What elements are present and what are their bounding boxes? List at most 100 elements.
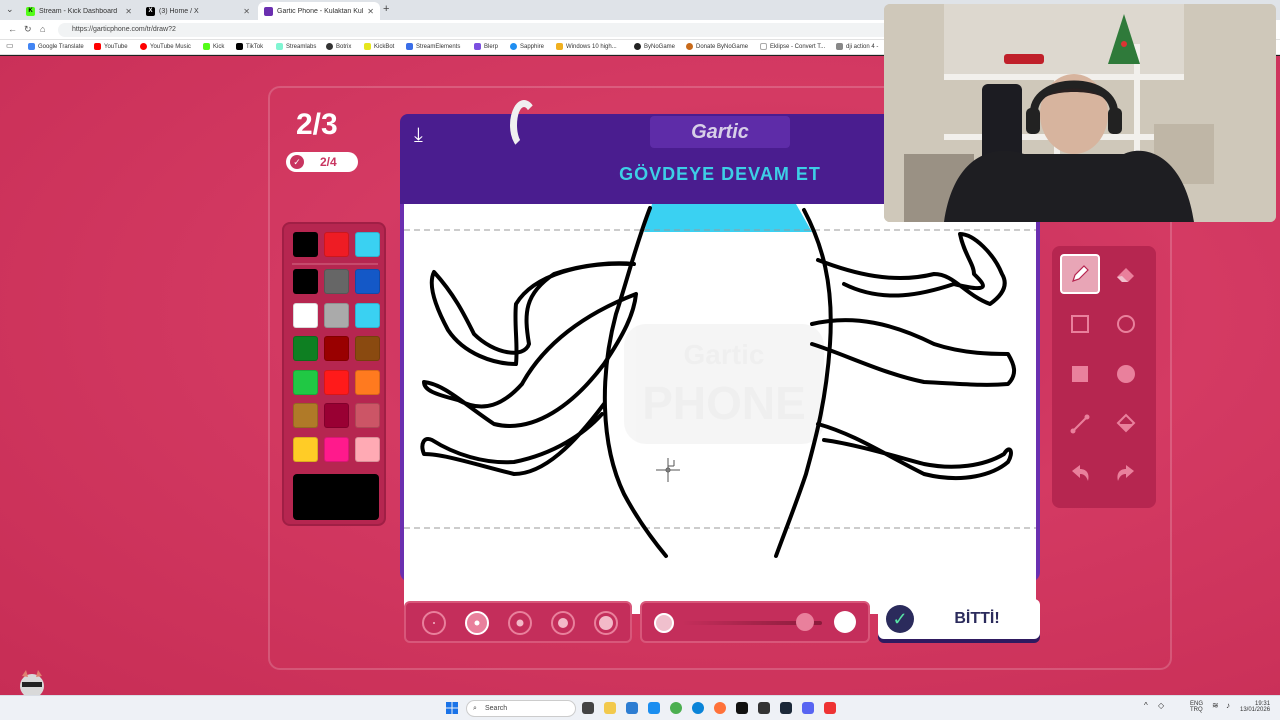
bookmark-item[interactable]: Windows 10 high... bbox=[556, 43, 617, 50]
url-field[interactable]: https://garticphone.com/tr/draw?2 bbox=[58, 23, 898, 37]
color-swatch[interactable] bbox=[355, 232, 380, 257]
download-icon[interactable]: ⤓ bbox=[414, 124, 423, 147]
mail-icon[interactable] bbox=[648, 702, 660, 714]
steam-icon[interactable] bbox=[780, 702, 792, 714]
color-swatch[interactable] bbox=[293, 269, 318, 294]
line-tool[interactable] bbox=[1060, 404, 1100, 444]
tab-x-home[interactable]: X (3) Home / X ✕ bbox=[140, 2, 256, 20]
gartic-phone-watermark: Gartic PHONE bbox=[624, 324, 824, 444]
done-button[interactable]: ✓ BİTTİ! bbox=[878, 599, 1040, 639]
color-swatch[interactable] bbox=[324, 436, 349, 462]
color-swatch[interactable] bbox=[355, 403, 380, 428]
rectangle-fill-tool[interactable] bbox=[1060, 354, 1100, 394]
pencil-tool[interactable] bbox=[1060, 254, 1100, 294]
task-view-icon[interactable] bbox=[582, 702, 594, 714]
network-icon[interactable]: ◇ bbox=[1158, 701, 1164, 710]
brush-size-3[interactable] bbox=[508, 611, 532, 635]
bookmark-item[interactable]: dji action 4 - bbox=[836, 43, 878, 50]
back-icon[interactable]: ← bbox=[8, 24, 17, 34]
bookmark-item[interactable]: ByNoGame bbox=[634, 43, 675, 50]
drawing-svg: Gartic PHONE bbox=[404, 204, 1036, 558]
color-swatch[interactable] bbox=[324, 232, 349, 257]
clock[interactable]: 19:31 13/01/2026 bbox=[1240, 701, 1270, 713]
eraser-tool[interactable] bbox=[1106, 254, 1146, 294]
bookmark-item[interactable]: YouTube bbox=[94, 43, 128, 50]
bookmark-item[interactable]: TikTok bbox=[236, 43, 263, 50]
bookmark-item[interactable]: Botrix bbox=[326, 43, 351, 50]
taskbar-search[interactable]: ⌕ Search bbox=[466, 700, 576, 717]
circle-outline-tool[interactable] bbox=[1106, 304, 1146, 344]
bookmark-item[interactable]: YouTube Music bbox=[140, 43, 191, 50]
edge-icon[interactable] bbox=[692, 702, 704, 714]
brush-size-selector bbox=[404, 601, 632, 643]
color-swatch[interactable] bbox=[324, 369, 349, 395]
color-palette bbox=[282, 222, 386, 526]
color-swatch[interactable] bbox=[355, 336, 380, 361]
fill-bucket-tool[interactable] bbox=[1106, 404, 1146, 444]
close-icon[interactable]: ✕ bbox=[367, 7, 374, 16]
search-icon: ⌕ bbox=[473, 705, 477, 712]
opacity-slider[interactable] bbox=[640, 601, 870, 643]
wifi-icon[interactable]: ≋ bbox=[1212, 701, 1219, 710]
discord-icon[interactable] bbox=[802, 702, 814, 714]
obs-icon[interactable] bbox=[758, 702, 770, 714]
brush-size-2[interactable] bbox=[465, 611, 489, 635]
bookmark-item[interactable]: Donate ByNoGame bbox=[686, 43, 748, 50]
tab-gartic-phone[interactable]: Gartic Phone - Kulaktan Kulağa ✕ bbox=[258, 2, 380, 20]
bookmark-item[interactable]: Streamlabs bbox=[276, 43, 316, 50]
close-icon[interactable]: ✕ bbox=[125, 7, 132, 16]
bookmark-item[interactable]: Blerp bbox=[474, 43, 498, 50]
reload-icon[interactable]: ↻ bbox=[24, 24, 32, 35]
color-swatch[interactable] bbox=[324, 269, 349, 294]
webcam-feed bbox=[884, 4, 1276, 222]
undo-tool[interactable] bbox=[1060, 454, 1100, 494]
color-swatch[interactable] bbox=[293, 232, 318, 257]
color-swatch[interactable] bbox=[293, 403, 318, 428]
color-swatch[interactable] bbox=[293, 336, 318, 361]
drawing-canvas[interactable]: Gartic PHONE bbox=[404, 204, 1036, 614]
color-swatch[interactable] bbox=[324, 403, 349, 428]
bookmark-item[interactable]: Google Translate bbox=[28, 43, 84, 50]
rectangle-outline-tool[interactable] bbox=[1060, 304, 1100, 344]
color-swatch[interactable] bbox=[355, 302, 380, 328]
kick-icon: K bbox=[26, 6, 35, 16]
firefox-icon[interactable] bbox=[714, 702, 726, 714]
color-swatch[interactable] bbox=[355, 436, 380, 462]
language-indicator[interactable]: ENG TRQ bbox=[1190, 701, 1203, 713]
crosshair-cursor bbox=[656, 458, 680, 482]
tab-title: Stream - Kick Dashboard bbox=[39, 7, 118, 15]
store-icon[interactable] bbox=[626, 702, 638, 714]
opacity-handle[interactable] bbox=[796, 613, 815, 631]
close-icon[interactable]: ✕ bbox=[243, 7, 250, 16]
tab-kick-dashboard[interactable]: K Stream - Kick Dashboard ✕ bbox=[20, 2, 138, 20]
chrome-icon[interactable] bbox=[670, 702, 682, 714]
volume-icon[interactable]: ♪ bbox=[1226, 701, 1230, 710]
brush-size-5[interactable] bbox=[594, 611, 618, 635]
capcut-icon[interactable] bbox=[736, 702, 748, 714]
redo-tool[interactable] bbox=[1106, 454, 1146, 494]
circle-fill-tool[interactable] bbox=[1106, 354, 1146, 394]
color-swatch[interactable] bbox=[293, 302, 318, 328]
bookmark-item[interactable]: Kick bbox=[203, 43, 224, 50]
checkmark-icon: ✓ bbox=[886, 605, 914, 633]
tray-overflow-icon[interactable]: ^ bbox=[1144, 701, 1148, 710]
apps-icon[interactable]: ▭ bbox=[6, 41, 14, 50]
color-swatch[interactable] bbox=[324, 302, 349, 328]
bookmark-item[interactable]: Sapphire bbox=[510, 43, 544, 50]
tab-menu-icon[interactable]: ⌄ bbox=[6, 4, 14, 15]
color-swatch[interactable] bbox=[293, 369, 318, 395]
brush-size-1[interactable] bbox=[422, 611, 446, 635]
app-icon[interactable] bbox=[824, 702, 836, 714]
brush-size-4[interactable] bbox=[551, 611, 575, 635]
new-tab-icon[interactable]: + bbox=[383, 3, 389, 15]
color-swatch[interactable] bbox=[324, 336, 349, 361]
bookmark-item[interactable]: StreamElements bbox=[406, 43, 460, 50]
color-swatch[interactable] bbox=[355, 269, 380, 294]
windows-start-icon[interactable] bbox=[446, 702, 458, 714]
home-icon[interactable]: ⌂ bbox=[40, 24, 45, 34]
bookmark-item[interactable]: KickBot bbox=[364, 43, 394, 50]
color-swatch[interactable] bbox=[293, 436, 318, 462]
file-explorer-icon[interactable] bbox=[604, 702, 616, 714]
color-swatch[interactable] bbox=[355, 369, 380, 395]
bookmark-item[interactable]: Eklipse - Convert T... bbox=[760, 43, 825, 50]
